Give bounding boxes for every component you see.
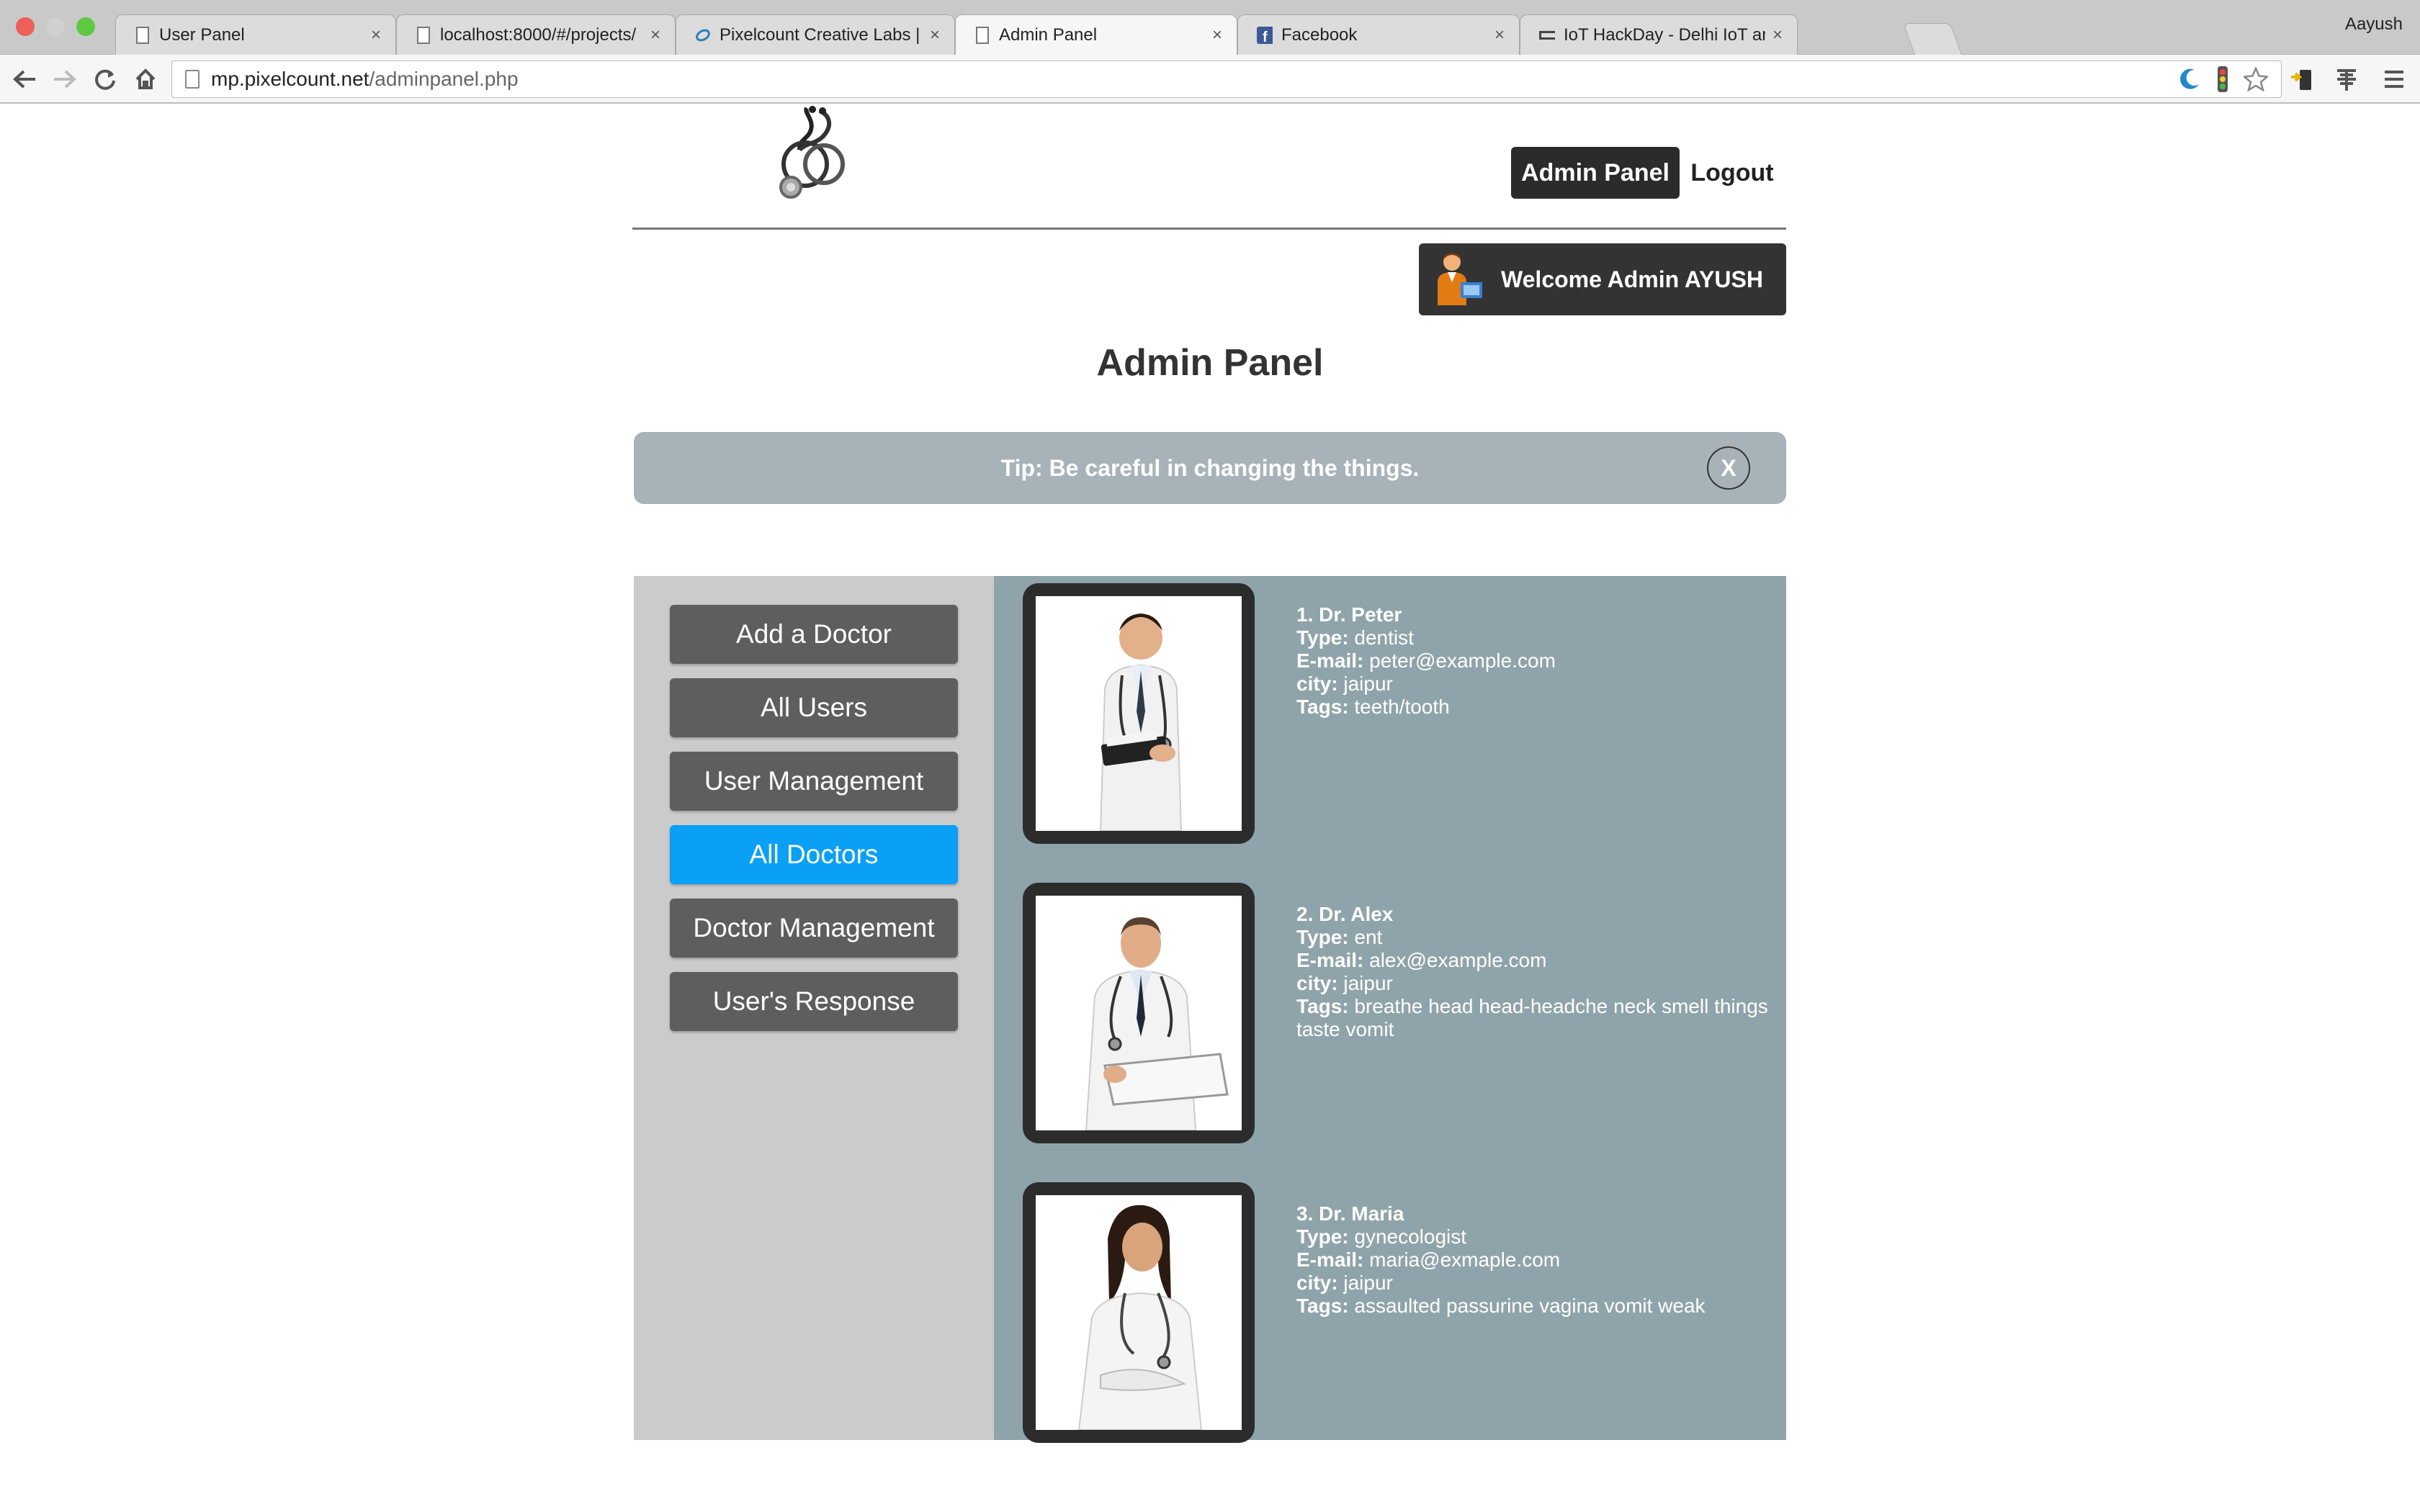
tab-close-icon[interactable]: × (650, 25, 660, 45)
page-icon (185, 70, 200, 89)
doctor-photo (1036, 1195, 1242, 1430)
browser-toolbar: mp.pixelcount.net/adminpanel.php (0, 55, 2420, 104)
doctor-email: E-mail: alex@example.com (1296, 949, 1547, 971)
back-arrow-icon[interactable] (9, 63, 40, 95)
bookmark-star-icon[interactable] (2241, 65, 2270, 94)
tab-title: localhost:8000/#/projects/ (440, 24, 637, 45)
doctor-tags: Tags: teeth/tooth (1296, 696, 1450, 718)
layers-extension-icon[interactable] (2332, 65, 2361, 94)
document-icon (416, 26, 431, 45)
sidebar-item-users-response[interactable]: User's Response (670, 972, 958, 1031)
doctor-type: Type: dentist (1296, 626, 1414, 649)
doctor-info: 2. Dr. Alex Type: ent E-mail: alex@examp… (1296, 903, 1779, 1041)
doctor-type: Type: gynecologist (1296, 1225, 1467, 1248)
close-window-button[interactable] (16, 17, 35, 36)
url-host: mp.pixelcount.net (211, 68, 369, 90)
doctor-info: 1. Dr. Peter Type: dentist E-mail: peter… (1296, 603, 1779, 719)
browser-tab-iot-hackday[interactable]: IoT HackDay - Delhi IoT and × (1520, 14, 1798, 55)
header-divider (632, 228, 1786, 230)
doctor-heading: 1. Dr. Peter (1296, 603, 1402, 626)
device-extension-icon[interactable] (2287, 65, 2316, 94)
doctor-photo-frame (1023, 883, 1255, 1143)
crescent-extension-icon[interactable] (2175, 65, 2204, 94)
page-content: Admin Panel Logout Welcome Admin AYUSH A… (0, 105, 2420, 1512)
doctor-photo-frame (1023, 583, 1255, 844)
tab-title: Pixelcount Creative Labs | (720, 24, 920, 45)
tip-close-button[interactable]: X (1707, 446, 1750, 490)
tip-banner: Tip: Be careful in changing the things. … (634, 432, 1786, 504)
reload-icon[interactable] (89, 63, 121, 95)
doctors-panel: Add a Doctor All Users User Management A… (634, 576, 1786, 1443)
doctor-tags: Tags: breathe head head-headche neck sme… (1296, 995, 1768, 1040)
tab-title: User Panel (159, 24, 245, 45)
traffic-light-extension-icon[interactable] (2208, 65, 2237, 94)
doctor-city: city: jaipur (1296, 672, 1393, 695)
tab-title: IoT HackDay - Delhi IoT and (1564, 24, 1765, 45)
welcome-text: Welcome Admin AYUSH (1501, 266, 1763, 292)
forward-arrow-icon[interactable] (49, 63, 81, 95)
doctor-type: Type: ent (1296, 926, 1383, 948)
home-icon[interactable] (130, 63, 161, 95)
admin-user-icon (1428, 251, 1485, 308)
address-bar[interactable]: mp.pixelcount.net/adminpanel.php (171, 60, 2282, 98)
url-path: /adminpanel.php (369, 68, 519, 90)
doctor-email: E-mail: peter@example.com (1296, 649, 1556, 672)
welcome-banner: Welcome Admin AYUSH (1419, 243, 1786, 315)
admin-sidebar: Add a Doctor All Users User Management A… (634, 576, 994, 1440)
zoom-window-button[interactable] (76, 17, 95, 36)
admin-panel-button[interactable]: Admin Panel (1511, 147, 1680, 199)
tab-close-icon[interactable]: × (371, 25, 381, 45)
doctor-heading: 3. Dr. Maria (1296, 1202, 1404, 1225)
doctor-photo (1036, 896, 1242, 1130)
sidebar-item-all-users[interactable]: All Users (670, 678, 958, 737)
tab-close-icon[interactable]: × (1212, 25, 1222, 45)
doctor-city: city: jaipur (1296, 972, 1393, 994)
sidebar-item-all-doctors[interactable]: All Doctors (670, 825, 958, 884)
doctor-photo (1036, 596, 1242, 831)
doctor-tags: Tags: assaulted passurine vagina vomit w… (1296, 1295, 1706, 1317)
doctor-photo-frame (1023, 1182, 1255, 1443)
browser-tab-facebook[interactable]: f Facebook × (1237, 14, 1520, 55)
profile-name[interactable]: Aayush (2345, 14, 2403, 35)
iot-logo-icon (1539, 26, 1555, 45)
new-tab-button[interactable] (1902, 23, 1963, 55)
menu-hamburger-icon[interactable] (2380, 65, 2408, 94)
tab-close-icon[interactable]: × (930, 25, 940, 45)
sidebar-item-user-management[interactable]: User Management (670, 752, 958, 811)
document-icon (974, 26, 990, 45)
document-icon (135, 26, 151, 45)
tab-title: Admin Panel (999, 24, 1098, 45)
sidebar-item-add-doctor[interactable]: Add a Doctor (670, 605, 958, 664)
doctor-email: E-mail: maria@exmaple.com (1296, 1248, 1561, 1271)
doctor-card: 1. Dr. Peter Type: dentist E-mail: peter… (1023, 583, 1779, 850)
doctor-heading: 2. Dr. Alex (1296, 903, 1394, 925)
doctor-card: 2. Dr. Alex Type: ent E-mail: alex@examp… (1023, 883, 1779, 1149)
doctor-card: 3. Dr. Maria Type: gynecologist E-mail: … (1023, 1182, 1779, 1449)
pixelcount-logo-icon (695, 26, 711, 45)
tab-title: Facebook (1281, 24, 1358, 45)
tip-text: Tip: Be careful in changing the things. (1000, 454, 1420, 481)
tab-close-icon[interactable]: × (1773, 25, 1783, 45)
page-title: Admin Panel (1096, 342, 1324, 384)
browser-tab-strip: User Panel × localhost:8000/#/projects/ … (0, 0, 2420, 55)
tab-close-icon[interactable]: × (1494, 25, 1505, 45)
logout-link[interactable]: Logout (1687, 147, 1778, 199)
browser-tab-localhost[interactable]: localhost:8000/#/projects/ × (396, 14, 676, 55)
browser-tab-pixelcount[interactable]: Pixelcount Creative Labs | × (676, 14, 955, 55)
browser-tab-admin-panel[interactable]: Admin Panel × (955, 14, 1237, 55)
svg-text:f: f (1263, 30, 1268, 44)
doctor-info: 3. Dr. Maria Type: gynecologist E-mail: … (1296, 1202, 1779, 1318)
stethoscope-logo-icon[interactable] (763, 105, 864, 206)
facebook-icon: f (1257, 26, 1273, 45)
sidebar-item-doctor-management[interactable]: Doctor Management (670, 899, 958, 958)
browser-tab-user-panel[interactable]: User Panel × (115, 14, 396, 55)
minimize-window-button[interactable] (46, 17, 65, 36)
doctor-city: city: jaipur (1296, 1272, 1393, 1294)
